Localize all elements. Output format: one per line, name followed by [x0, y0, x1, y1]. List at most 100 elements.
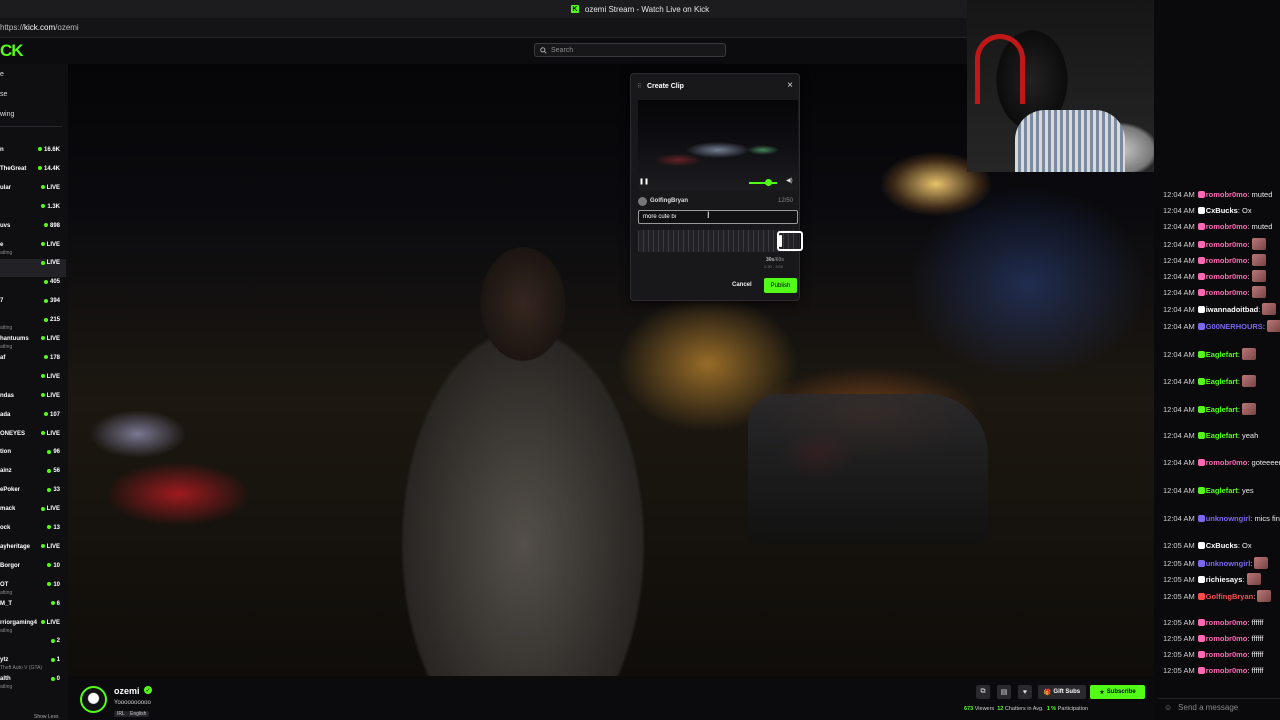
show-less-link[interactable]: Show Less: [34, 714, 58, 720]
chat-timestamp: 12:04 AM: [1163, 190, 1195, 199]
channel-name: ada: [0, 411, 11, 418]
channel-name[interactable]: ozemi: [114, 686, 140, 696]
chat-input[interactable]: ☺ Send a message: [1158, 698, 1280, 716]
sidebar-channel[interactable]: ainz 56: [0, 467, 66, 485]
sidebar-channel[interactable]: 7 394: [0, 297, 66, 315]
pause-icon[interactable]: ❚❚: [639, 178, 649, 185]
chat-username[interactable]: unknowngirl: [1206, 559, 1251, 568]
tag-english[interactable]: English: [127, 711, 150, 717]
channel-name: ytz: [0, 657, 9, 664]
chat-username[interactable]: romobr0mo: [1206, 222, 1248, 231]
sidebar-nav-home[interactable]: e: [0, 71, 4, 78]
emote-icon: [1262, 303, 1277, 315]
chat-username[interactable]: romobr0mo: [1206, 288, 1248, 297]
badge-icon: [1197, 207, 1205, 214]
emote-icon: [1241, 348, 1256, 360]
channel-name: hantuums: [0, 336, 29, 342]
sidebar-channel[interactable]: alth atting 0: [0, 675, 66, 693]
badge-icon: [1197, 273, 1205, 280]
heart-icon[interactable]: ♥: [1018, 685, 1032, 699]
sidebar-channel[interactable]: ePoker 33: [0, 486, 66, 504]
cancel-button[interactable]: Cancel: [732, 282, 752, 288]
sidebar-channel[interactable]: n 16.6K: [0, 146, 66, 164]
sidebar-channel[interactable]: LIVE: [0, 259, 66, 278]
chat-username[interactable]: G00NERHOURS: [1206, 322, 1263, 331]
sidebar-channel[interactable]: ular LIVE: [0, 184, 66, 202]
sidebar-nav-browse[interactable]: se: [0, 91, 7, 98]
publish-button[interactable]: Publish: [764, 278, 797, 293]
search-box[interactable]: Search: [534, 43, 726, 57]
viewer-count: LIVE: [41, 544, 60, 550]
chat-username[interactable]: CxBucks: [1206, 541, 1238, 550]
chat-username[interactable]: romobr0mo: [1206, 650, 1248, 659]
chat-username[interactable]: romobr0mo: [1206, 272, 1248, 281]
viewer-count: LIVE: [41, 185, 60, 191]
sidebar-channel[interactable]: M_T 6: [0, 600, 66, 618]
volume-slider[interactable]: [749, 182, 777, 184]
sidebar-channel[interactable]: tion 96: [0, 448, 66, 466]
chat-username[interactable]: GolfingBryan: [1206, 592, 1254, 601]
theater-icon[interactable]: ▤: [997, 685, 1011, 699]
chat-emote-icon[interactable]: ☺: [1164, 703, 1172, 712]
chat-username[interactable]: CxBucks: [1206, 206, 1238, 215]
sidebar-channel[interactable]: OT atting 10: [0, 581, 66, 599]
chat-username[interactable]: romobr0mo: [1206, 190, 1248, 199]
clip-preview[interactable]: [638, 100, 798, 190]
sidebar-channel[interactable]: 1.3K: [0, 203, 66, 221]
chat-message: 12:05 AM GolfingBryan:: [1163, 590, 1272, 602]
tag-irl[interactable]: IRL: [114, 711, 128, 717]
sidebar-channel[interactable]: ONEYES LIVE: [0, 430, 66, 448]
viewer-count: LIVE: [41, 431, 60, 437]
timeline-grip[interactable]: [779, 235, 782, 247]
clip-title-input[interactable]: [638, 210, 798, 224]
chat-username[interactable]: Eaglefart: [1206, 405, 1238, 414]
chat-username[interactable]: romobr0mo: [1206, 634, 1248, 643]
chat-username[interactable]: Eaglefart: [1206, 377, 1238, 386]
chat-username[interactable]: unknowngirl: [1206, 514, 1251, 523]
chat-username[interactable]: romobr0mo: [1206, 240, 1248, 249]
chat-username[interactable]: romobr0mo: [1206, 666, 1248, 675]
sidebar-channel[interactable]: ada 107: [0, 411, 66, 429]
sidebar-channel[interactable]: af 178: [0, 354, 66, 372]
sidebar-channel[interactable]: ock 13: [0, 524, 66, 542]
volume-knob[interactable]: [765, 179, 772, 186]
sidebar-channel[interactable]: atting 215: [0, 316, 66, 334]
sidebar-channel[interactable]: 2: [0, 637, 66, 655]
chat-username[interactable]: richiesays: [1206, 575, 1243, 584]
sidebar-channel[interactable]: LIVE: [0, 373, 66, 391]
sidebar-channel[interactable]: uvs 898: [0, 222, 66, 240]
sidebar-channel[interactable]: 405: [0, 278, 66, 296]
sidebar-channel[interactable]: TheGreat 14.4K: [0, 165, 66, 183]
clip-timeline[interactable]: [638, 230, 803, 252]
drag-handle-icon[interactable]: ⠿: [637, 83, 641, 90]
chat-username[interactable]: iwannadoitbad: [1206, 305, 1259, 314]
sidebar-channel[interactable]: rriorgaming4 atting LIVE: [0, 619, 66, 637]
sidebar-channel[interactable]: mack LIVE: [0, 505, 66, 523]
badge-icon: [1197, 241, 1205, 248]
search-placeholder: Search: [551, 46, 574, 54]
close-icon[interactable]: ×: [787, 80, 793, 91]
gift-subs-button[interactable]: 🎁 Gift Subs: [1038, 685, 1086, 699]
sidebar-channel[interactable]: ndas LIVE: [0, 392, 66, 410]
chat-username[interactable]: Eaglefart: [1206, 486, 1238, 495]
subscribe-button[interactable]: ★ Subscribe: [1090, 685, 1145, 699]
sidebar-nav-following[interactable]: wing: [0, 111, 14, 118]
clip-icon[interactable]: ⧉: [976, 685, 990, 699]
viewer-count: 394: [44, 298, 60, 304]
sidebar-channel[interactable]: ytz Theft Auto V (GTA) 1: [0, 656, 66, 674]
kick-logo[interactable]: CK: [0, 41, 24, 61]
sidebar-channel[interactable]: ayheritage LIVE: [0, 543, 66, 561]
sidebar-channel[interactable]: hantuums atting LIVE: [0, 335, 66, 353]
badge-icon: [1197, 576, 1205, 583]
badge-icon: [1197, 223, 1205, 230]
chat-username[interactable]: romobr0mo: [1206, 458, 1248, 467]
sidebar-channel[interactable]: e atting LIVE: [0, 241, 66, 259]
chat-username[interactable]: Eaglefart: [1206, 350, 1238, 359]
chat-timestamp: 12:05 AM: [1163, 575, 1195, 584]
chat-username[interactable]: romobr0mo: [1206, 618, 1248, 627]
sidebar-channel[interactable]: Borgor 10: [0, 562, 66, 580]
chat-username[interactable]: romobr0mo: [1206, 256, 1248, 265]
speaker-icon[interactable]: ◀): [786, 177, 793, 184]
chat-username[interactable]: Eaglefart: [1206, 431, 1238, 440]
channel-avatar[interactable]: [80, 686, 107, 713]
